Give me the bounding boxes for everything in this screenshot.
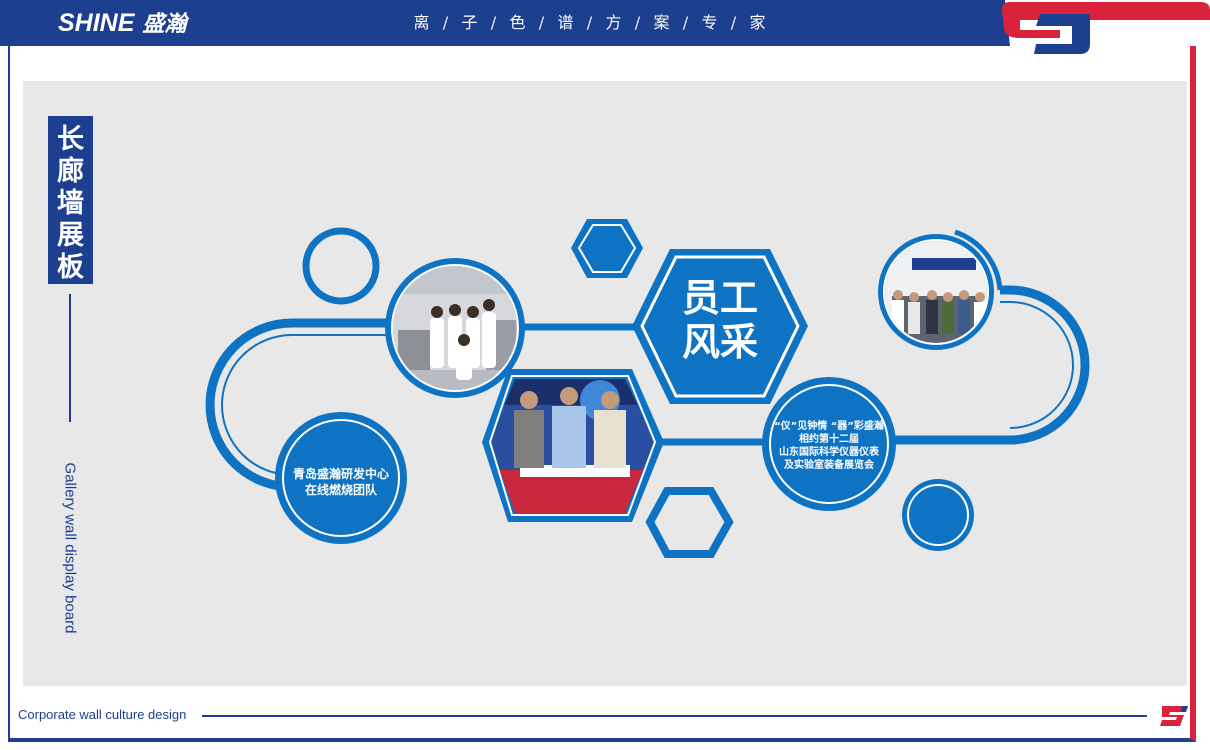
caption-right-line1: “仪”见钟情 “器”彩盛瀚 — [774, 421, 884, 432]
caption-right-line2: 相约第十二届 — [799, 434, 859, 445]
center-title-line2: 风采 — [681, 320, 758, 364]
decor-hexagon-bottom — [645, 487, 734, 558]
caption-left-line1: 青岛盛瀚研发中心 — [292, 467, 389, 481]
footer-logo-icon — [1160, 706, 1188, 726]
caption-right: “仪”见钟情 “器”彩盛瀚 相约第十二届 山东国际科学仪器仪表 及实验室装备展览… — [764, 420, 894, 472]
center-title-line1: 员工 — [681, 276, 758, 320]
footer-divider — [202, 715, 1147, 717]
decor-hexagon-top — [571, 219, 643, 278]
caption-right-line4: 及实验室装备展览会 — [784, 460, 874, 471]
caption-left: 青岛盛瀚研发中心 在线燃烧团队 — [281, 466, 401, 498]
caption-right-line3: 山东国际科学仪器仪表 — [779, 447, 879, 458]
decor-circle-bottomright — [902, 479, 974, 551]
decor-ring-topleft — [302, 227, 380, 305]
caption-left-line2: 在线燃烧团队 — [304, 483, 377, 497]
center-title: 员工 风采 — [660, 276, 780, 364]
footer-text: Corporate wall culture design — [18, 707, 187, 722]
main-graphic — [205, 219, 1188, 726]
